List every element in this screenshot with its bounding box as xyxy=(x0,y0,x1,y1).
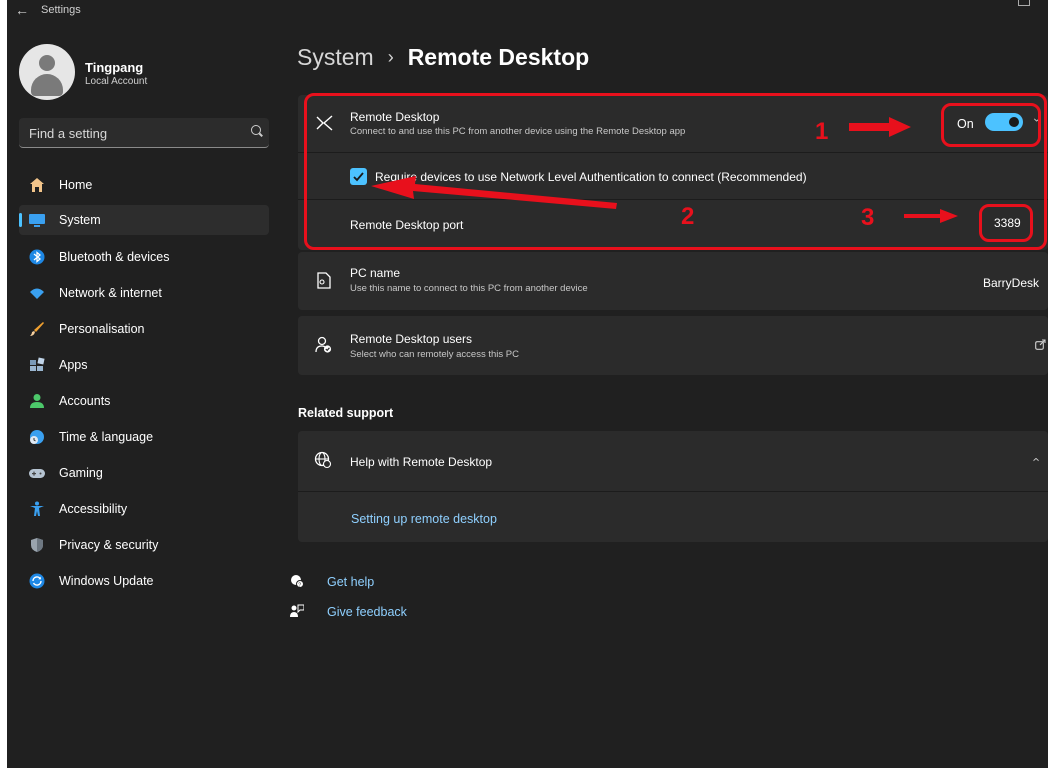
user-name: Tingpang xyxy=(85,60,144,75)
search-box[interactable] xyxy=(19,118,269,148)
account-type: Local Account xyxy=(85,76,148,87)
nav-item-bluetooth[interactable]: Bluetooth & devices xyxy=(19,242,269,272)
update-icon xyxy=(29,573,45,589)
nav-item-accounts[interactable]: Accounts xyxy=(19,386,269,416)
nav-item-accessibility[interactable]: Accessibility xyxy=(19,494,269,524)
port-label: Remote Desktop port xyxy=(350,218,464,232)
home-icon xyxy=(30,178,44,192)
users-icon xyxy=(315,336,332,353)
remote-desktop-users-title: Remote Desktop users xyxy=(350,332,473,346)
pc-name-value: BarryDesk xyxy=(983,276,1040,290)
nav-item-home[interactable]: Home xyxy=(19,170,269,200)
restore-icon[interactable] xyxy=(1018,0,1030,6)
settings-window: ← Settings Tingpang Local Account Home S… xyxy=(7,0,1048,768)
title-bar: ← Settings xyxy=(7,0,1048,22)
nav-item-time-language[interactable]: Time & language xyxy=(19,422,269,452)
bluetooth-icon xyxy=(29,249,45,265)
gamepad-icon xyxy=(29,469,45,478)
pc-name-card xyxy=(298,252,1048,310)
help-remote-desktop-title[interactable]: Help with Remote Desktop xyxy=(350,455,492,469)
nav-label-gaming: Gaming xyxy=(59,466,103,480)
nav-item-network[interactable]: Network & internet xyxy=(19,278,269,308)
nav-item-apps[interactable]: Apps xyxy=(19,350,269,380)
give-feedback-link[interactable]: Give feedback xyxy=(327,605,407,619)
nav-label-network: Network & internet xyxy=(59,286,162,300)
nav-item-gaming[interactable]: Gaming xyxy=(19,458,269,488)
remote-desktop-toggle[interactable] xyxy=(985,113,1023,131)
shield-icon xyxy=(31,538,43,552)
nav-label-accounts: Accounts xyxy=(59,394,111,408)
wifi-icon xyxy=(30,288,44,299)
breadcrumb: System › Remote Desktop xyxy=(297,44,589,71)
account-icon xyxy=(30,394,44,408)
remote-desktop-title: Remote Desktop xyxy=(350,110,440,124)
open-external-icon[interactable] xyxy=(1035,339,1046,350)
nav-label-windows-update: Windows Update xyxy=(59,574,154,588)
toggle-state-label: On xyxy=(957,117,974,131)
nav-label-system: System xyxy=(59,213,101,227)
back-arrow-icon[interactable]: ← xyxy=(15,2,29,18)
nav-label-bluetooth: Bluetooth & devices xyxy=(59,250,170,264)
breadcrumb-parent[interactable]: System xyxy=(297,44,374,70)
port-value: 3389 xyxy=(994,216,1021,230)
remote-desktop-icon xyxy=(316,115,333,131)
get-help-icon: ? xyxy=(291,575,304,589)
nav-label-accessibility: Accessibility xyxy=(59,502,128,516)
accessibility-icon xyxy=(30,501,44,516)
get-help-link[interactable]: Get help xyxy=(327,575,374,589)
search-icon[interactable] xyxy=(251,125,261,135)
breadcrumb-separator: › xyxy=(387,47,394,67)
window-title: Settings xyxy=(41,4,81,16)
search-input[interactable] xyxy=(19,118,251,148)
nav-item-system[interactable]: System xyxy=(19,205,269,235)
nav-item-personalisation[interactable]: Personalisation xyxy=(19,314,269,344)
avatar xyxy=(19,44,75,100)
related-support-heading: Related support xyxy=(298,406,394,420)
give-feedback-icon xyxy=(290,604,304,617)
nla-checkbox[interactable] xyxy=(350,168,367,185)
nav-label-apps: Apps xyxy=(59,358,88,372)
help-globe-icon xyxy=(314,451,332,469)
nav-label-privacy-security: Privacy & security xyxy=(59,538,159,552)
nav-item-privacy-security[interactable]: Privacy & security xyxy=(19,530,269,560)
pc-name-description: Use this name to connect to this PC from… xyxy=(350,283,588,294)
remote-desktop-users-description: Select who can remotely access this PC xyxy=(350,349,519,360)
setting-up-remote-desktop-link[interactable]: Setting up remote desktop xyxy=(351,512,497,526)
apps-icon xyxy=(30,357,45,371)
page-title: Remote Desktop xyxy=(407,44,590,70)
selected-indicator xyxy=(19,213,22,227)
svg-text:?: ? xyxy=(298,583,301,589)
nla-label[interactable]: Require devices to use Network Level Aut… xyxy=(375,170,807,184)
chevron-up-icon[interactable]: ‹ xyxy=(1030,457,1045,461)
nav-label-personalisation: Personalisation xyxy=(59,322,145,336)
nav-label-time-language: Time & language xyxy=(59,430,154,444)
remote-desktop-description: Connect to and use this PC from another … xyxy=(350,126,686,137)
brush-icon xyxy=(30,322,44,336)
globe-clock-icon xyxy=(30,430,44,444)
collapse-chevron-icon[interactable]: ‹ xyxy=(1029,118,1043,122)
nav-item-windows-update[interactable]: Windows Update xyxy=(19,566,269,596)
pc-name-title: PC name xyxy=(350,266,401,280)
nav-label-home: Home xyxy=(59,178,93,192)
pc-name-icon xyxy=(317,272,331,289)
monitor-icon xyxy=(29,214,45,227)
